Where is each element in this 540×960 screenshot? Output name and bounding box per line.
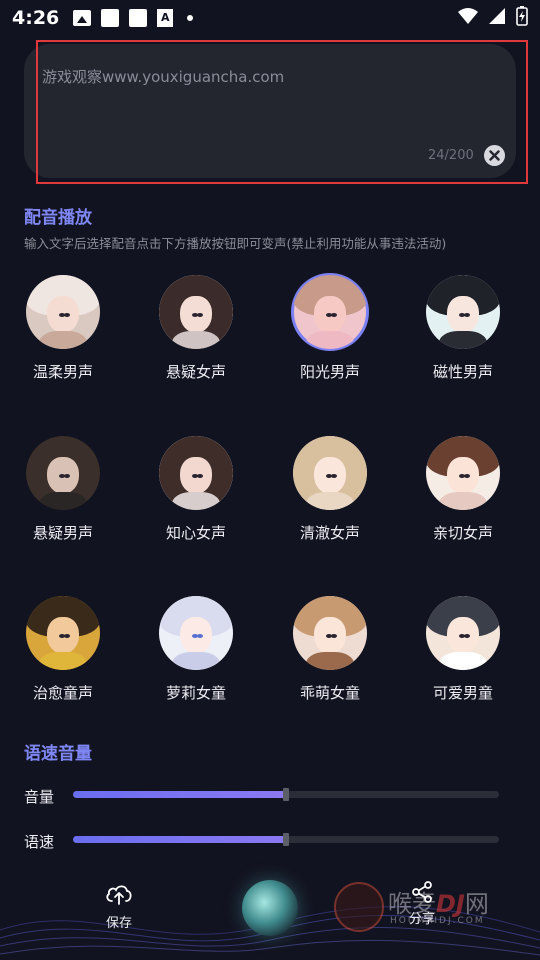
play-button[interactable] <box>242 880 298 936</box>
voice-label: 乖萌女童 <box>299 684 360 702</box>
voice-option[interactable]: 清澈女声 <box>275 436 385 556</box>
voice-option[interactable]: 知心女声 <box>141 436 251 556</box>
wifi-icon <box>458 8 478 24</box>
voice-option[interactable]: 治愈童声 <box>8 596 118 716</box>
voice-avatar <box>26 275 100 349</box>
speed-label: 语速 <box>24 833 55 851</box>
voice-label: 可爱男童 <box>432 684 493 702</box>
voice-label: 温柔男声 <box>32 363 93 381</box>
voice-avatar-selected <box>291 273 369 351</box>
share-icon <box>412 881 432 903</box>
signal-icon <box>489 8 505 24</box>
text-input[interactable]: 游戏观察www.youxiguancha.com <box>42 66 284 87</box>
dubbing-hint: 输入文字后选择配音点击下方播放按钮即可变声(禁止利用功能从事违法活动) <box>24 236 447 251</box>
voice-avatar <box>26 436 100 510</box>
voice-label: 阳光男声 <box>299 363 360 381</box>
share-button[interactable]: 分享 <box>402 880 442 927</box>
volume-slider[interactable] <box>73 788 499 801</box>
battery-charging-icon <box>516 6 528 26</box>
speed-slider-fill <box>73 836 286 843</box>
voice-option[interactable]: 悬疑女声 <box>141 275 251 395</box>
voice-avatar <box>426 436 500 510</box>
voice-avatar <box>26 596 100 670</box>
sim-card-icon <box>129 9 148 27</box>
voice-avatar <box>426 275 500 349</box>
speed-slider[interactable] <box>73 833 499 846</box>
voice-label: 悬疑男声 <box>32 524 93 542</box>
voice-avatar <box>293 436 367 510</box>
voice-option[interactable]: 磁性男声 <box>408 275 518 395</box>
voice-label: 悬疑女声 <box>165 363 226 381</box>
dubbing-section-title: 配音播放 <box>24 208 92 228</box>
volume-slider-thumb[interactable] <box>283 788 289 801</box>
volume-slider-fill <box>73 791 286 798</box>
bottom-bar: 保存 喉麦DJ网 HOUMAIDJ.COM 分享 <box>0 860 540 960</box>
cloud-upload-icon <box>106 885 132 905</box>
close-icon <box>489 150 500 161</box>
voice-avatar <box>159 436 233 510</box>
voice-label: 磁性男声 <box>432 363 493 381</box>
sim-card-icon <box>101 9 120 27</box>
voice-option[interactable]: 乖萌女童 <box>275 596 385 716</box>
image-icon <box>73 10 92 26</box>
status-time: 4:26 <box>12 7 60 29</box>
status-icons-right <box>458 6 528 26</box>
voice-label: 亲切女声 <box>432 524 493 542</box>
speed-volume-title: 语速音量 <box>24 744 92 764</box>
share-label: 分享 <box>408 912 435 927</box>
watermark-logo <box>334 882 384 932</box>
voice-label: 知心女声 <box>165 524 226 542</box>
voice-label: 清澈女声 <box>299 524 360 542</box>
save-label: 保存 <box>105 916 132 931</box>
voice-avatar <box>159 275 233 349</box>
speed-slider-thumb[interactable] <box>283 833 289 846</box>
voice-option[interactable]: 亲切女声 <box>408 436 518 556</box>
voice-option[interactable]: 可爱男童 <box>408 596 518 716</box>
status-icons-left: A <box>73 9 194 27</box>
voice-option[interactable]: 阳光男声 <box>275 273 385 395</box>
voice-option[interactable]: 萝莉女童 <box>141 596 251 716</box>
voice-avatar <box>159 596 233 670</box>
voice-avatar <box>293 596 367 670</box>
voice-label: 萝莉女童 <box>165 684 226 702</box>
voice-option[interactable]: 悬疑男声 <box>8 436 118 556</box>
dot-icon <box>187 15 194 21</box>
clear-text-button[interactable] <box>484 145 505 166</box>
save-button[interactable]: 保存 <box>98 882 140 931</box>
voice-avatar <box>426 596 500 670</box>
font-icon: A <box>157 9 174 27</box>
status-bar: 4:26 A <box>0 0 540 36</box>
char-count: 24/200 <box>428 148 474 163</box>
voice-option[interactable]: 温柔男声 <box>8 275 118 395</box>
volume-label: 音量 <box>24 788 55 806</box>
voice-label: 治愈童声 <box>32 684 93 702</box>
